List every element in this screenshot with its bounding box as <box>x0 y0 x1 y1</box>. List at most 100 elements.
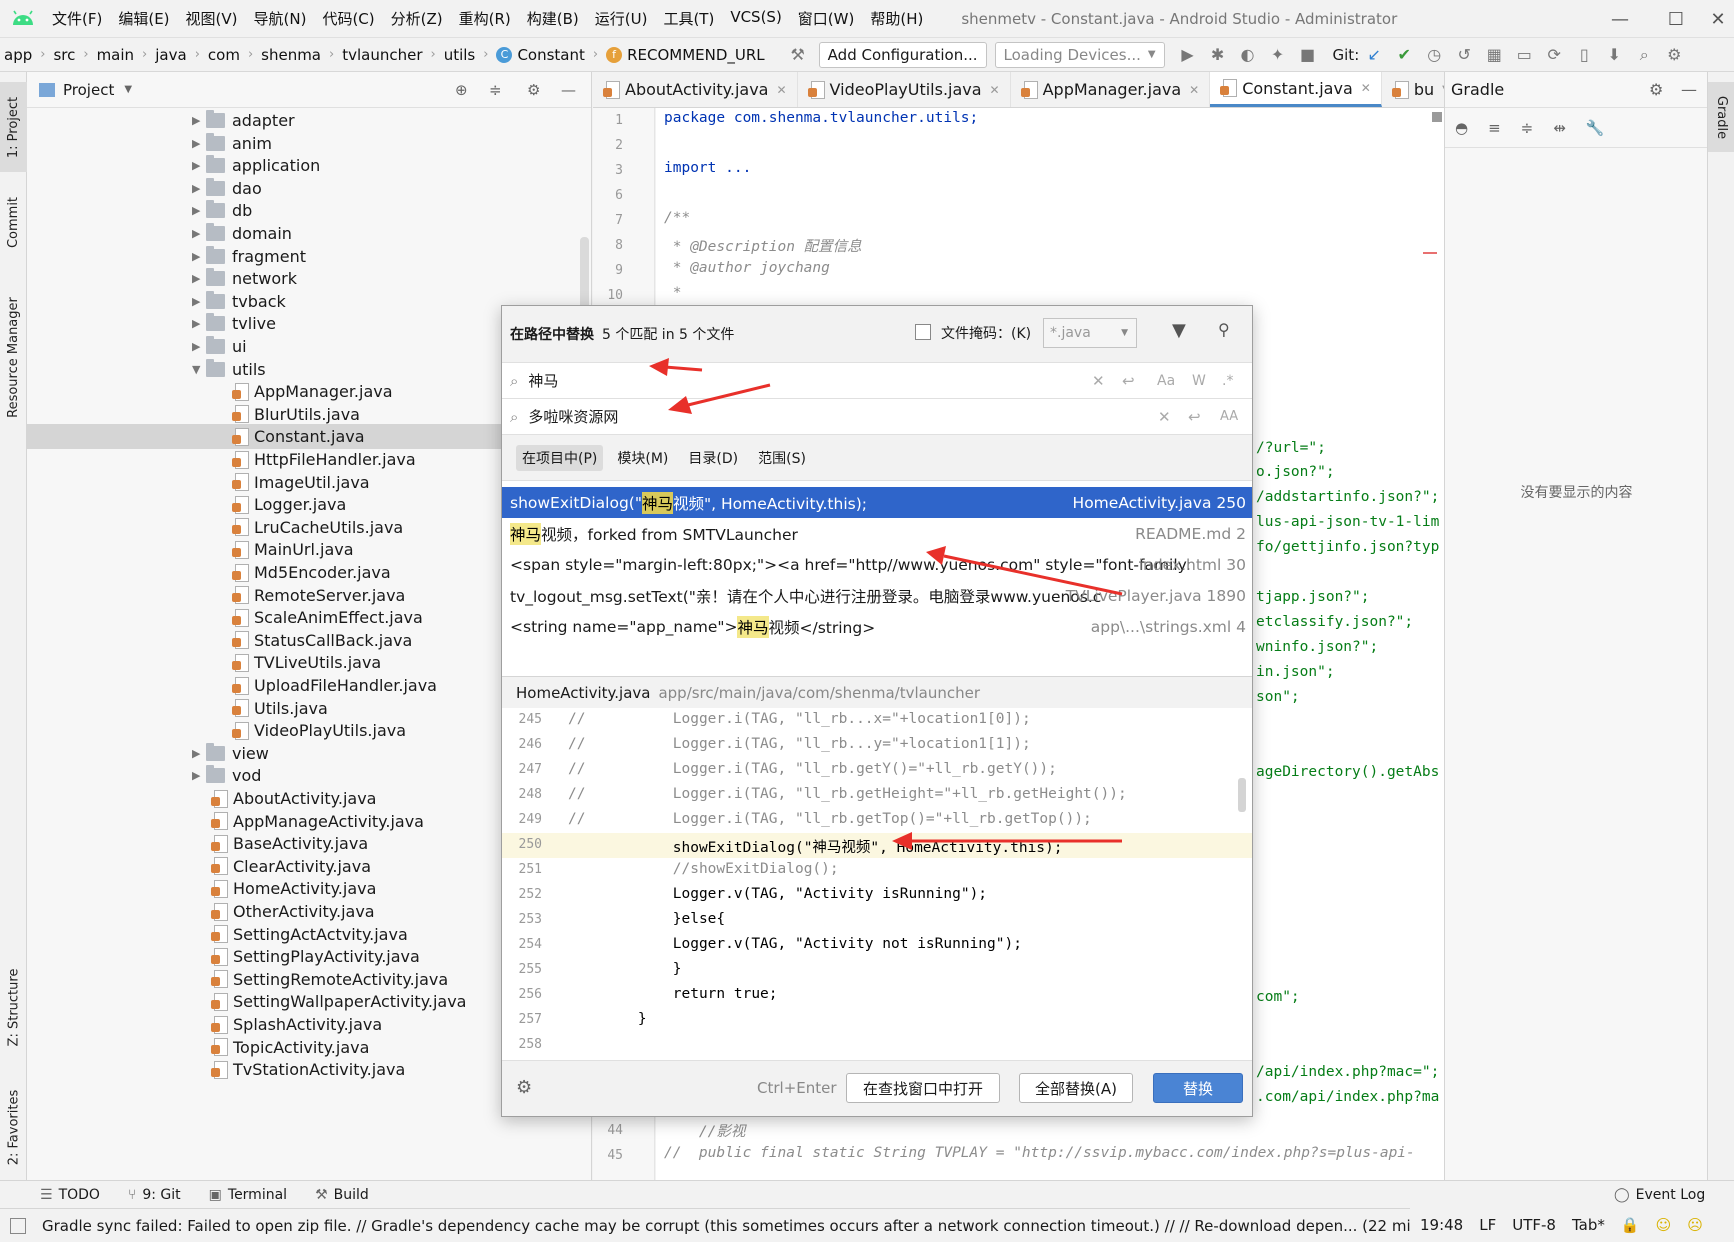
preview-code[interactable]: 245 // Logger.i(TAG, "ll_rb...x="+locatio… <box>502 708 1252 1060</box>
wrench-icon[interactable]: 🔧 <box>1586 119 1605 137</box>
pin-icon[interactable]: ⚲ <box>1218 320 1230 339</box>
menu-item[interactable]: 运行(U) <box>587 8 656 29</box>
result-row[interactable]: <string name="app_name"> 神马 视频</string> app… <box>502 611 1252 642</box>
tree-file[interactable]: HomeActivity.java <box>211 876 376 901</box>
tree-file[interactable]: SettingWallpaperActivity.java <box>211 989 466 1014</box>
result-row[interactable]: showExitDialog(" 神马 视频", HomeActivity.this… <box>502 487 1252 518</box>
replace-all-button[interactable]: 全部替换(A) <box>1019 1073 1133 1103</box>
status-message[interactable]: Gradle sync failed: Failed to open zip f… <box>42 1217 1614 1235</box>
project-view-selector[interactable]: Project <box>63 81 114 99</box>
todo-tool-button[interactable]: ☰ TODO <box>40 1187 100 1203</box>
profile-icon[interactable]: ◐ <box>1233 40 1263 70</box>
tree-file[interactable]: ScaleAnimEffect.java <box>232 605 423 630</box>
tree-file[interactable]: AboutActivity.java <box>211 786 376 811</box>
gear-icon[interactable]: ⚙ <box>1649 80 1663 99</box>
status-toggle-icon[interactable] <box>10 1217 26 1234</box>
run-icon[interactable]: ▶ <box>1173 40 1203 70</box>
avd-manager-icon[interactable]: ▭ <box>1509 40 1539 70</box>
git-commit-icon[interactable]: ✔ <box>1389 40 1419 70</box>
chevron-right-icon[interactable]: ▶ <box>192 137 206 150</box>
expand-all-icon[interactable]: ≡ <box>1488 119 1501 137</box>
menu-item[interactable]: 工具(T) <box>655 8 722 29</box>
breadcrumb-item[interactable]: shenma <box>257 46 325 64</box>
settings-icon[interactable]: ⚙ <box>1659 40 1689 70</box>
chevron-right-icon[interactable]: ▶ <box>192 182 206 195</box>
tree-file[interactable]: Logger.java <box>232 492 346 517</box>
chevron-right-icon[interactable]: ▶ <box>192 227 206 240</box>
breadcrumb-item[interactable]: src <box>49 46 79 64</box>
chevron-right-icon[interactable]: ▶ <box>192 340 206 353</box>
replace-button[interactable]: 替换 <box>1153 1073 1243 1103</box>
tree-file[interactable]: TopicActivity.java <box>211 1035 369 1060</box>
close-window-button[interactable]: ✕ <box>1690 0 1734 38</box>
tree-file[interactable]: SplashActivity.java <box>211 1012 382 1037</box>
new-line-icon[interactable]: ↩ <box>1188 408 1201 426</box>
regex-icon[interactable]: .* <box>1222 373 1233 389</box>
tree-file[interactable]: Utils.java <box>232 696 328 721</box>
replace-input[interactable]: 多啦咪资源网 <box>528 406 618 427</box>
git-tool-button[interactable]: ⑂ 9: Git <box>128 1187 181 1203</box>
editor-tab[interactable]: VideoPlayUtils.java ✕ <box>798 72 1011 107</box>
tree-file[interactable]: AppManager.java <box>232 379 393 404</box>
tool-tab-commit[interactable]: Commit <box>0 182 27 262</box>
tree-file[interactable]: BaseActivity.java <box>211 831 368 856</box>
toggle-offline-icon[interactable]: ⇹ <box>1553 119 1566 137</box>
chevron-right-icon[interactable]: ▶ <box>192 114 206 127</box>
tool-tab-favorites[interactable]: 2: Favorites <box>0 1077 27 1177</box>
tree-folder[interactable]: ▶ fragment <box>192 244 306 269</box>
minimize-button[interactable]: — <box>1592 0 1648 38</box>
menu-item[interactable]: 帮助(H) <box>862 8 931 29</box>
editor-tab[interactable]: AppManager.java ✕ <box>1011 72 1211 107</box>
close-icon[interactable]: ✕ <box>1189 83 1199 97</box>
filter-icon[interactable]: ▼ <box>1172 320 1186 341</box>
tool-tab-resource-manager[interactable]: Resource Manager <box>0 282 27 432</box>
breadcrumb-item[interactable]: f RECOMMEND_URL <box>602 46 769 64</box>
tree-file[interactable]: ClearActivity.java <box>211 854 371 879</box>
scope-module-tab[interactable]: 模块(M) <box>611 445 674 471</box>
history-icon[interactable]: ◷ <box>1419 40 1449 70</box>
tree-file[interactable]: RemoteServer.java <box>232 583 405 608</box>
tool-tab-structure[interactable]: Z: Structure <box>0 952 27 1062</box>
collapse-all-icon[interactable]: ≑ <box>489 81 502 99</box>
terminal-tool-button[interactable]: ▣ Terminal <box>209 1187 287 1203</box>
event-log-tool-button[interactable]: ◯ Event Log <box>1614 1187 1705 1203</box>
new-line-icon[interactable]: ↩ <box>1122 372 1135 390</box>
git-update-icon[interactable]: ↙ <box>1359 40 1389 70</box>
tree-file[interactable]: HttpFileHandler.java <box>232 447 416 472</box>
hide-panel-icon[interactable]: — <box>1681 80 1697 99</box>
breadcrumb-item[interactable]: tvlauncher <box>338 46 426 64</box>
tree-file[interactable]: OtherActivity.java <box>211 899 375 924</box>
open-in-find-window-button[interactable]: 在查找窗口中打开 <box>846 1073 1000 1103</box>
breadcrumb-item[interactable]: utils <box>440 46 480 64</box>
tree-file[interactable]: LruCacheUtils.java <box>232 515 403 540</box>
stop-icon[interactable]: ■ <box>1293 40 1323 70</box>
add-configuration-button[interactable]: Add Configuration... <box>818 41 987 68</box>
apply-changes-icon[interactable]: ✦ <box>1263 40 1293 70</box>
tree-folder[interactable]: ▶ tvlive <box>192 311 276 336</box>
chevron-down-icon[interactable]: ▼ <box>192 363 206 376</box>
gear-icon[interactable]: ⚙ <box>527 81 540 99</box>
result-row[interactable]: tv_logout_msg.setText("亲！请在个人中心进行注册登录。电脑… <box>502 580 1252 611</box>
file-mask-select[interactable]: *.java ▼ <box>1043 318 1137 348</box>
tree-file[interactable]: MainUrl.java <box>232 537 354 562</box>
clear-icon[interactable]: ✕ <box>1092 372 1105 390</box>
chevron-right-icon[interactable]: ▶ <box>192 295 206 308</box>
tree-folder[interactable]: ▶ view <box>192 741 269 766</box>
tree-folder[interactable]: ▶ tvback <box>192 289 286 314</box>
tree-file[interactable]: UploadFileHandler.java <box>232 673 437 698</box>
chevron-right-icon[interactable]: ▶ <box>192 317 206 330</box>
breadcrumb-item[interactable]: java <box>151 46 190 64</box>
tree-file[interactable]: SettingPlayActivity.java <box>211 944 420 969</box>
sync-gradle-icon[interactable]: ⟳ <box>1539 40 1569 70</box>
tree-folder[interactable]: ▶ anim <box>192 131 272 156</box>
tree-file[interactable]: StatusCallBack.java <box>232 628 412 653</box>
tree-file[interactable]: SettingRemoteActivity.java <box>211 967 448 992</box>
tree-file[interactable]: Md5Encoder.java <box>232 560 391 585</box>
tree-folder[interactable]: ▼ utils <box>192 357 266 382</box>
locate-icon[interactable]: ⊕ <box>455 81 468 99</box>
tree-file[interactable]: BlurUtils.java <box>232 402 360 427</box>
menu-item[interactable]: 视图(V) <box>178 8 246 29</box>
chevron-right-icon[interactable]: ▶ <box>192 272 206 285</box>
lock-icon[interactable]: 🔒 <box>1621 1216 1640 1234</box>
search-input[interactable]: 神马 <box>528 370 558 391</box>
